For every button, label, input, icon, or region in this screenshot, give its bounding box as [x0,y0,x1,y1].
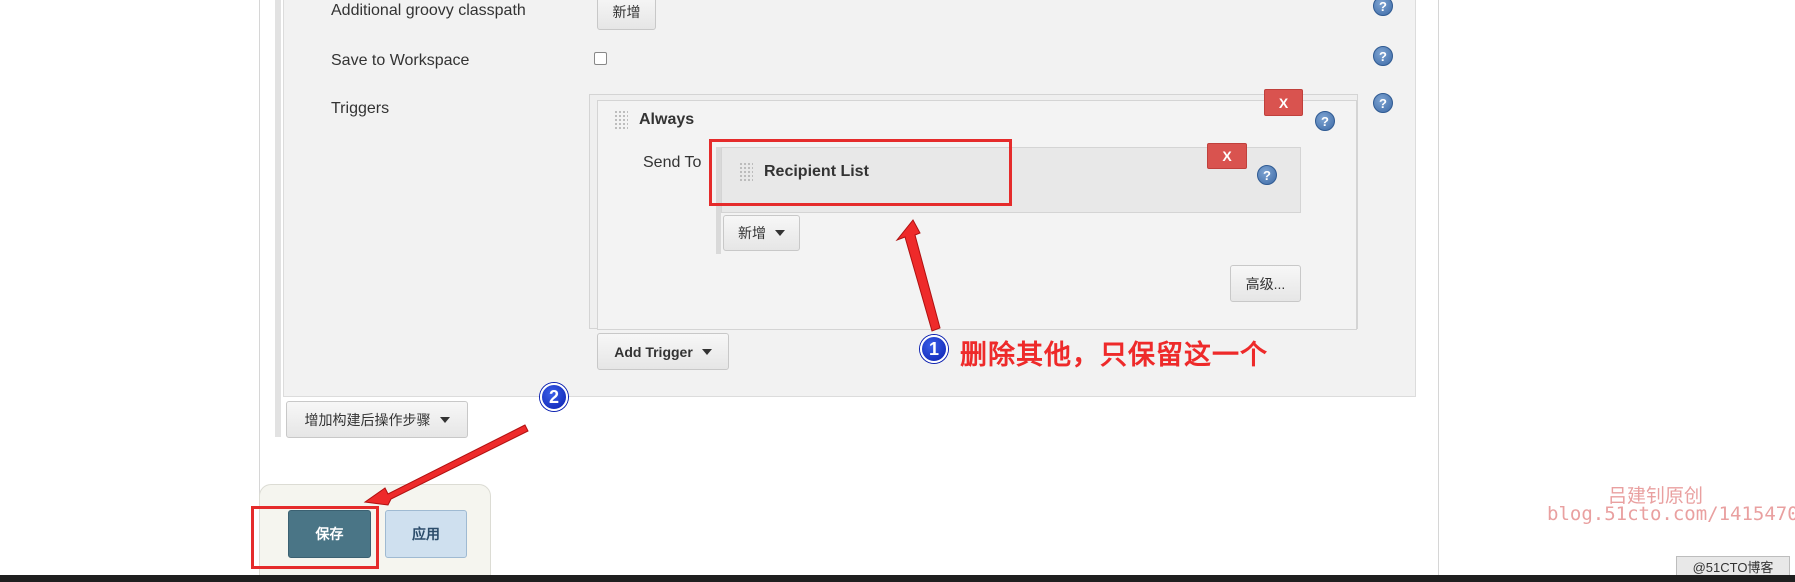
watermark-corner: @51CTO博客 [1676,556,1790,576]
window-bottom-bar [0,575,1795,582]
arrow-1 [895,219,941,332]
arrow-2 [363,424,529,506]
step-1-badge-icon: 1 [920,335,948,363]
step-1-instruction: 删除其他，只保留这一个 [960,340,1268,371]
step-2-badge-icon: 2 [540,383,568,411]
watermark-url: blog.51cto.com/14154700 [1547,503,1795,525]
annotation-arrows [363,219,941,506]
